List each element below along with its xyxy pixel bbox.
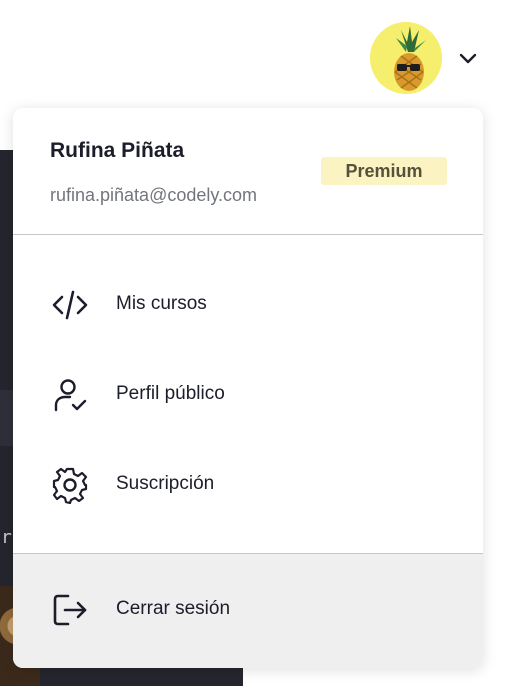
menu-item-suscripcion[interactable]: Suscripción xyxy=(13,449,483,519)
menu-item-mis-cursos[interactable]: Mis cursos xyxy=(13,269,483,339)
logout-label: Cerrar sesión xyxy=(116,598,231,619)
logout-icon xyxy=(53,594,87,626)
menu-item-perfil-publico[interactable]: Perfil público xyxy=(13,359,483,429)
background-code-fragment: r xyxy=(1,527,12,548)
menu-item-label: Suscripción xyxy=(116,473,215,494)
code-icon xyxy=(52,290,88,320)
chevron-down-icon[interactable] xyxy=(457,48,479,70)
gear-icon xyxy=(52,467,88,504)
user-avatar-button[interactable] xyxy=(370,22,442,94)
divider xyxy=(13,234,483,235)
logout-section: Cerrar sesión xyxy=(13,554,483,668)
menu-item-label: Perfil público xyxy=(116,383,225,404)
user-check-icon xyxy=(54,379,87,412)
user-dropdown-menu: Rufina Piñata rufina.piñata@codely.com P… xyxy=(13,108,483,668)
pineapple-avatar-icon xyxy=(370,22,442,94)
user-name: Rufina Piñata xyxy=(50,139,185,162)
premium-badge: Premium xyxy=(321,157,447,185)
menu-item-label: Mis cursos xyxy=(116,293,207,314)
user-email: rufina.piñata@codely.com xyxy=(50,185,258,205)
logout-button[interactable]: Cerrar sesión xyxy=(13,574,483,644)
